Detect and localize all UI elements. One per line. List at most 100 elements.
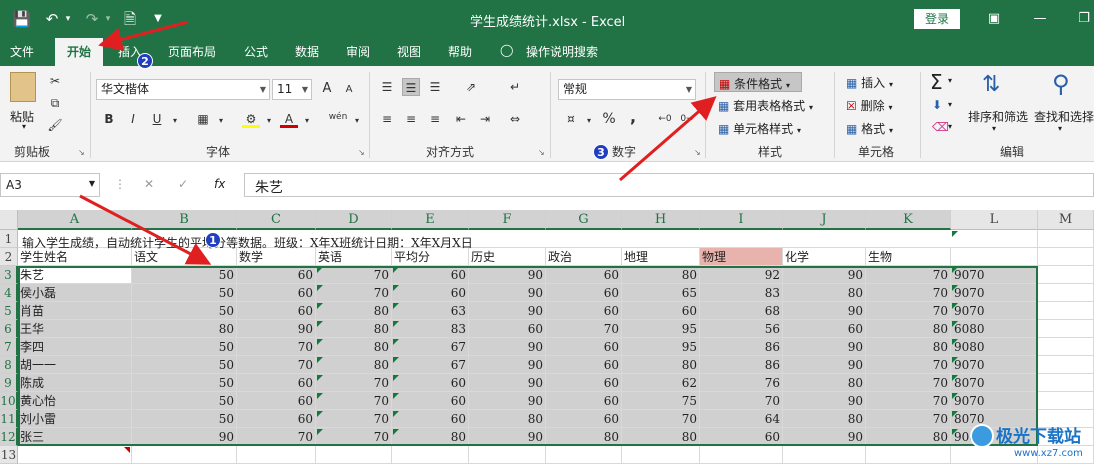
align-middle-icon[interactable]: ☰ [402,78,420,96]
row-header-7[interactable]: 7 [0,338,18,356]
font-color-dropdown-icon[interactable]: ▾ [298,112,316,130]
cell-l9[interactable]: 8070 [951,374,1038,392]
row-header-8[interactable]: 8 [0,356,18,374]
align-left-icon[interactable]: ≡ [378,110,396,128]
error-indicator-icon[interactable] [317,303,323,309]
cell-g1[interactable] [546,230,622,248]
column-header-b[interactable]: B [132,210,237,230]
autosum-button[interactable]: Σ [930,70,943,94]
cell-k7[interactable]: 80 [866,338,951,356]
cell-f7[interactable]: 90 [469,338,546,356]
cell-b12[interactable]: 90 [132,428,237,446]
cell-h8[interactable]: 80 [622,356,700,374]
cell-l6[interactable]: 6080 [951,320,1038,338]
customize-qat-icon[interactable]: ▼ [148,9,168,29]
currency-dropdown-icon[interactable]: ▾ [580,112,598,130]
cell-k9[interactable]: 70 [866,374,951,392]
cell-e2[interactable]: 平均分 [392,248,469,266]
error-indicator-icon[interactable] [952,321,958,327]
cell-j3[interactable]: 90 [783,266,866,284]
phonetic-dropdown-icon[interactable]: ▾ [348,112,366,130]
cell-g6[interactable]: 70 [546,320,622,338]
cell-j6[interactable]: 60 [783,320,866,338]
cell-h4[interactable]: 65 [622,284,700,302]
cell-j8[interactable]: 90 [783,356,866,374]
cell-j4[interactable]: 80 [783,284,866,302]
error-indicator-icon[interactable] [952,375,958,381]
cell-g7[interactable]: 60 [546,338,622,356]
error-indicator-icon[interactable] [393,357,399,363]
cell-i11[interactable]: 64 [700,410,783,428]
fill-icon[interactable]: ⬇ [932,98,942,112]
cell-c3[interactable]: 60 [237,266,316,284]
cell-m1[interactable] [1038,230,1094,248]
find-icon[interactable]: ⚲ [1052,70,1070,98]
row-header-5[interactable]: 5 [0,302,18,320]
cell-k3[interactable]: 70 [866,266,951,284]
row-header-2[interactable]: 2 [0,248,18,266]
error-indicator-icon[interactable] [952,267,958,273]
ribbon-display-icon[interactable]: ▣ [984,9,1004,29]
cell-e9[interactable]: 60 [392,374,469,392]
cell-d6[interactable]: 80 [316,320,392,338]
cell-h13[interactable] [622,446,700,464]
align-top-icon[interactable]: ☰ [378,78,396,96]
cell-f6[interactable]: 60 [469,320,546,338]
conditional-formatting-button[interactable]: ▦ 条件格式 ▾ [714,72,802,92]
number-format-combo[interactable]: 常规 ▼ [558,79,696,100]
cell-f4[interactable]: 90 [469,284,546,302]
cell-h10[interactable]: 75 [622,392,700,410]
cell-f8[interactable]: 90 [469,356,546,374]
column-header-f[interactable]: F [469,210,546,230]
cell-d9[interactable]: 70 [316,374,392,392]
cell-b11[interactable]: 50 [132,410,237,428]
cell-g4[interactable]: 60 [546,284,622,302]
cell-c7[interactable]: 70 [237,338,316,356]
underline-button[interactable]: U [148,110,166,128]
column-header-i[interactable]: I [700,210,783,230]
cell-j7[interactable]: 90 [783,338,866,356]
cell-k5[interactable]: 70 [866,302,951,320]
restore-icon[interactable]: ❐ [1074,9,1094,29]
cell-e13[interactable] [392,446,469,464]
cell-g13[interactable] [546,446,622,464]
find-select-button[interactable]: 查找和选择 [1034,108,1094,125]
enter-icon[interactable]: ✓ [178,177,188,191]
cell-b9[interactable]: 50 [132,374,237,392]
cell-c4[interactable]: 60 [237,284,316,302]
cell-e3[interactable]: 60 [392,266,469,284]
cell-b4[interactable]: 50 [132,284,237,302]
sort-dropdown-icon[interactable]: ▾ [992,124,996,133]
cell-e10[interactable]: 60 [392,392,469,410]
error-indicator-icon[interactable] [317,267,323,273]
print-preview-icon[interactable]: 🗎 [120,9,140,29]
cell-b2[interactable]: 语文 [132,248,237,266]
decrease-decimal-icon[interactable]: 0→ [678,110,696,128]
clear-dropdown-icon[interactable]: ▾ [948,122,952,131]
underline-dropdown-icon[interactable]: ▾ [166,112,184,130]
cell-k12[interactable]: 80 [866,428,951,446]
insert-function-button[interactable]: fx [214,177,225,191]
font-size-combo[interactable]: 11 ▼ [272,79,312,100]
cell-f11[interactable]: 80 [469,410,546,428]
cell-a7[interactable]: 李四 [18,338,132,356]
format-as-table-button[interactable]: ▦ 套用表格格式 ▾ [718,97,813,114]
row-header-12[interactable]: 12 [0,428,18,446]
cell-i2[interactable]: 物理 [700,248,783,266]
cell-g11[interactable]: 60 [546,410,622,428]
increase-indent-icon[interactable]: ⇥ [476,110,494,128]
cell-d11[interactable]: 70 [316,410,392,428]
cell-d10[interactable]: 70 [316,392,392,410]
cell-i3[interactable]: 92 [700,266,783,284]
name-box[interactable]: A3 ▼ [0,173,100,197]
cell-c5[interactable]: 60 [237,302,316,320]
align-center-icon[interactable]: ≡ [402,110,420,128]
align-right-icon[interactable]: ≡ [426,110,444,128]
sort-filter-icon[interactable]: ⇅ [982,72,1000,97]
cell-b5[interactable]: 50 [132,302,237,320]
cell-h6[interactable]: 95 [622,320,700,338]
tab-formulas[interactable]: 公式 [244,43,268,60]
format-painter-icon[interactable]: 🖌 [46,116,64,134]
cell-a10[interactable]: 黄心怡 [18,392,132,410]
cell-a8[interactable]: 胡一一 [18,356,132,374]
